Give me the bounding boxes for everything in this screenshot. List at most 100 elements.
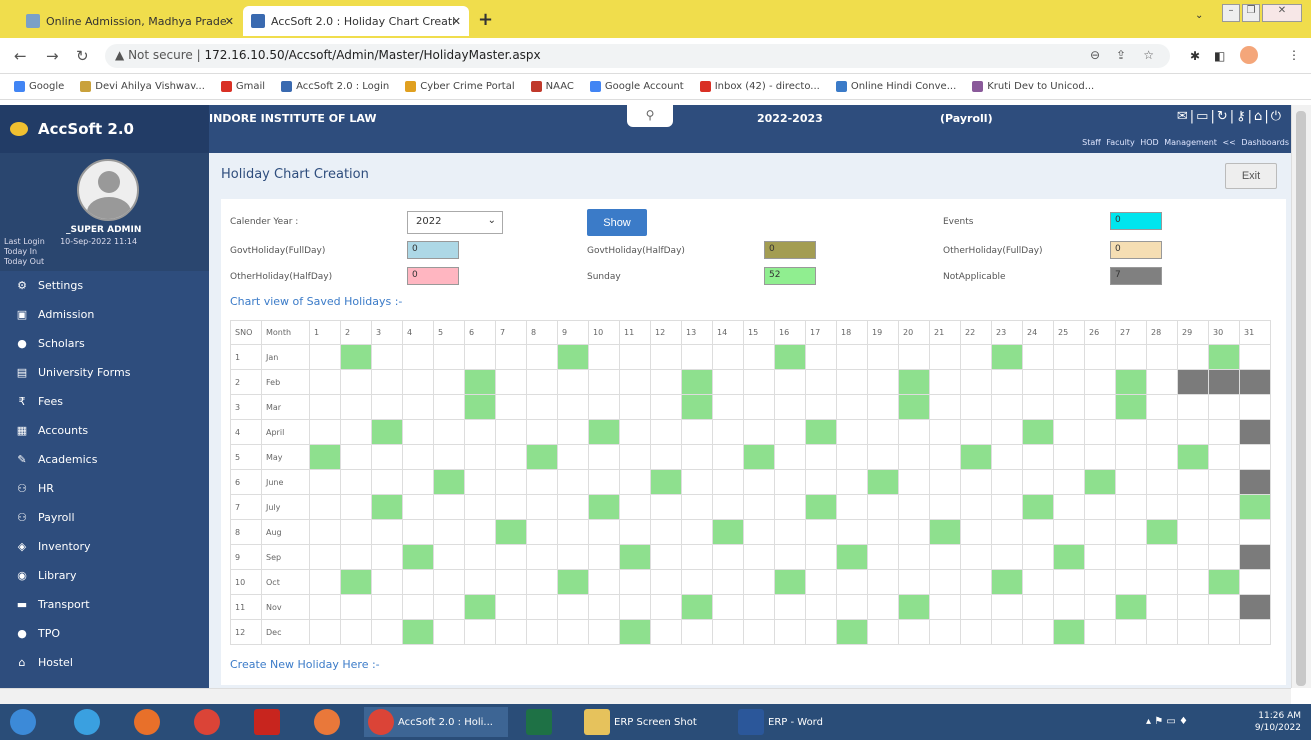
show-button[interactable]: Show bbox=[587, 209, 647, 236]
day-cell[interactable] bbox=[991, 394, 1023, 420]
day-cell[interactable] bbox=[712, 469, 744, 495]
sidebar-item-transport[interactable]: ▬ Transport bbox=[0, 590, 209, 619]
day-cell[interactable] bbox=[836, 519, 868, 545]
day-cell[interactable] bbox=[836, 594, 868, 620]
day-cell[interactable] bbox=[495, 494, 527, 520]
day-cell[interactable] bbox=[340, 619, 372, 645]
day-cell[interactable] bbox=[588, 594, 620, 620]
day-cell[interactable] bbox=[1177, 394, 1209, 420]
day-cell[interactable] bbox=[991, 594, 1023, 620]
sunday-cell[interactable] bbox=[1022, 494, 1054, 520]
day-cell[interactable] bbox=[1022, 469, 1054, 495]
day-cell[interactable] bbox=[867, 519, 899, 545]
bookmark-star-icon[interactable]: ☆ bbox=[1143, 48, 1154, 62]
day-cell[interactable] bbox=[1084, 619, 1116, 645]
day-cell[interactable] bbox=[836, 369, 868, 395]
sunday-cell[interactable] bbox=[402, 544, 434, 570]
day-cell[interactable] bbox=[309, 394, 341, 420]
day-cell[interactable] bbox=[495, 569, 527, 595]
day-cell[interactable] bbox=[1146, 444, 1178, 470]
day-cell[interactable] bbox=[1146, 469, 1178, 495]
day-cell[interactable] bbox=[1177, 419, 1209, 445]
not-applicable-cell[interactable] bbox=[1239, 419, 1271, 445]
day-cell[interactable] bbox=[867, 344, 899, 370]
day-cell[interactable] bbox=[929, 494, 961, 520]
day-cell[interactable] bbox=[402, 344, 434, 370]
day-cell[interactable] bbox=[960, 419, 992, 445]
day-cell[interactable] bbox=[495, 619, 527, 645]
day-cell[interactable] bbox=[526, 569, 558, 595]
day-cell[interactable] bbox=[619, 469, 651, 495]
day-cell[interactable] bbox=[743, 569, 775, 595]
day-cell[interactable] bbox=[1146, 594, 1178, 620]
sunday-cell[interactable] bbox=[929, 519, 961, 545]
day-cell[interactable] bbox=[1146, 569, 1178, 595]
day-cell[interactable] bbox=[340, 519, 372, 545]
sidebar-item-hr[interactable]: ⚇ HR bbox=[0, 474, 209, 503]
day-cell[interactable] bbox=[867, 594, 899, 620]
day-cell[interactable] bbox=[1239, 344, 1271, 370]
day-cell[interactable] bbox=[1084, 444, 1116, 470]
day-cell[interactable] bbox=[464, 469, 496, 495]
day-cell[interactable] bbox=[774, 369, 806, 395]
search-icon[interactable]: ⚲ bbox=[627, 105, 673, 127]
sunday-cell[interactable] bbox=[371, 494, 403, 520]
day-cell[interactable] bbox=[960, 469, 992, 495]
day-cell[interactable] bbox=[402, 419, 434, 445]
start-button[interactable] bbox=[6, 707, 40, 737]
day-cell[interactable] bbox=[929, 594, 961, 620]
day-cell[interactable] bbox=[1022, 344, 1054, 370]
day-cell[interactable] bbox=[1239, 444, 1271, 470]
day-cell[interactable] bbox=[774, 594, 806, 620]
bookmark-naac[interactable]: NAAC bbox=[530, 81, 574, 92]
day-cell[interactable] bbox=[371, 369, 403, 395]
taskbar-erp-screenshot[interactable]: ERP Screen Shot bbox=[580, 707, 724, 737]
day-cell[interactable] bbox=[743, 619, 775, 645]
day-cell[interactable] bbox=[929, 469, 961, 495]
day-cell[interactable] bbox=[1115, 619, 1147, 645]
sunday-cell[interactable] bbox=[619, 544, 651, 570]
taskbar-excel[interactable] bbox=[522, 707, 556, 737]
day-cell[interactable] bbox=[402, 369, 434, 395]
sunday-cell[interactable] bbox=[681, 594, 713, 620]
day-cell[interactable] bbox=[1208, 594, 1240, 620]
sunday-cell[interactable] bbox=[681, 369, 713, 395]
mail-icon[interactable]: ✉ bbox=[1177, 109, 1190, 124]
taskbar-accsoft[interactable]: AccSoft 2.0 : Holi... bbox=[364, 707, 508, 737]
sunday-cell[interactable] bbox=[836, 544, 868, 570]
day-cell[interactable] bbox=[588, 369, 620, 395]
bookmark-hindi[interactable]: Online Hindi Conve... bbox=[835, 81, 956, 92]
app-logo[interactable]: AccSoft 2.0 bbox=[0, 105, 209, 153]
day-cell[interactable] bbox=[588, 344, 620, 370]
day-cell[interactable] bbox=[1084, 419, 1116, 445]
day-cell[interactable] bbox=[1053, 469, 1085, 495]
url-input[interactable]: ▲ Not secure | 172.16.10.50/Accsoft/Admi… bbox=[105, 44, 1170, 68]
day-cell[interactable] bbox=[929, 444, 961, 470]
day-cell[interactable] bbox=[1146, 344, 1178, 370]
sunday-cell[interactable] bbox=[340, 569, 372, 595]
day-cell[interactable] bbox=[1177, 569, 1209, 595]
day-cell[interactable] bbox=[495, 544, 527, 570]
day-cell[interactable] bbox=[588, 519, 620, 545]
day-cell[interactable] bbox=[650, 619, 682, 645]
day-cell[interactable] bbox=[371, 594, 403, 620]
sunday-cell[interactable] bbox=[464, 369, 496, 395]
bookmark-accsoft[interactable]: AccSoft 2.0 : Login bbox=[281, 81, 389, 92]
minimize-icon[interactable]: – bbox=[1222, 4, 1240, 22]
taskbar-chrome-alt[interactable] bbox=[310, 707, 344, 737]
day-cell[interactable] bbox=[588, 544, 620, 570]
day-cell[interactable] bbox=[309, 519, 341, 545]
day-cell[interactable] bbox=[495, 394, 527, 420]
sidebar-item-library[interactable]: ◉ Library bbox=[0, 561, 209, 590]
day-cell[interactable] bbox=[1022, 544, 1054, 570]
day-cell[interactable] bbox=[1084, 569, 1116, 595]
day-cell[interactable] bbox=[557, 519, 589, 545]
exit-button[interactable]: Exit bbox=[1225, 163, 1277, 189]
day-cell[interactable] bbox=[340, 444, 372, 470]
tab-search-chevron-icon[interactable]: ⌄ bbox=[1195, 10, 1203, 21]
day-cell[interactable] bbox=[309, 419, 341, 445]
day-cell[interactable] bbox=[898, 544, 930, 570]
day-cell[interactable] bbox=[650, 344, 682, 370]
bookmark-google-account[interactable]: Google Account bbox=[589, 81, 684, 92]
not-applicable-cell[interactable] bbox=[1239, 544, 1271, 570]
